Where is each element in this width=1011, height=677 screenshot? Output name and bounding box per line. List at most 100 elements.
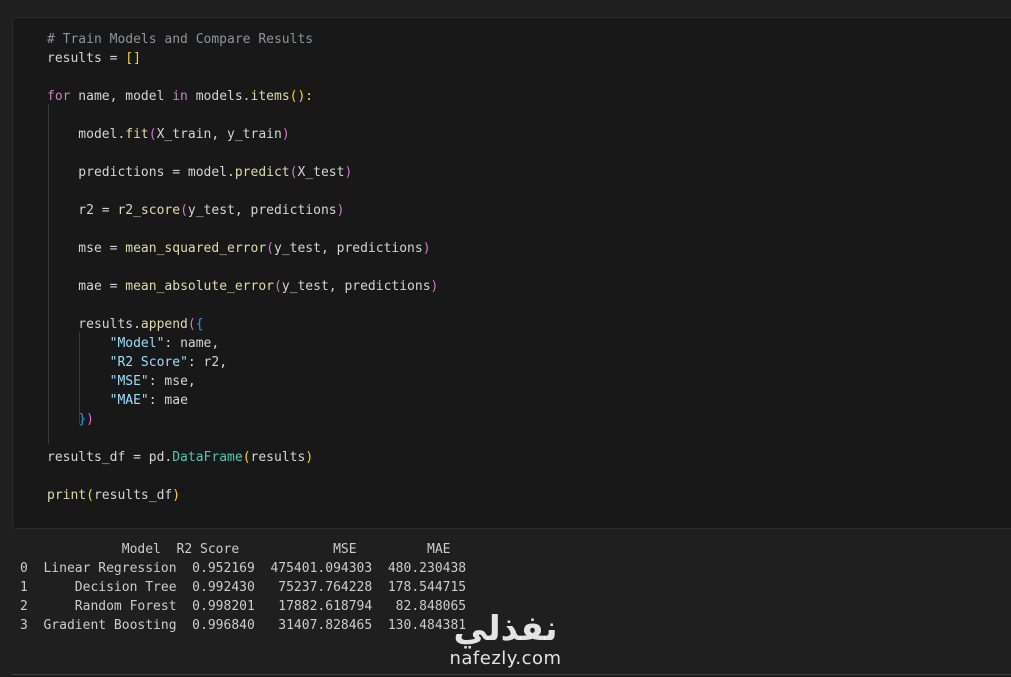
- code-token: y_test, predictions: [274, 241, 423, 256]
- code-token: results: [47, 51, 102, 66]
- code-token: ): [172, 488, 181, 503]
- code-line[interactable]: for name, model in models.items():: [47, 87, 438, 106]
- code-line[interactable]: }): [47, 410, 438, 429]
- code-token: (: [266, 241, 274, 256]
- code-token: # Train Models and Compare Results: [47, 32, 314, 47]
- code-token: X_train, y_train: [156, 127, 282, 142]
- code-token: for: [47, 89, 71, 104]
- code-token: results.: [47, 317, 141, 332]
- output-row: 3 Gradient Boosting 0.996840 31407.82846…: [20, 618, 467, 633]
- code-token: predictions = model.: [47, 165, 235, 180]
- code-line[interactable]: results_df = pd.DataFrame(results): [47, 448, 438, 467]
- code-line[interactable]: model.fit(X_train, y_train): [47, 125, 438, 144]
- code-token: model.: [47, 127, 126, 142]
- code-token: r2_score: [117, 203, 181, 218]
- output-row: 0 Linear Regression 0.952169 475401.0943…: [20, 561, 467, 576]
- code-token: : mse,: [148, 374, 196, 389]
- code-token: print: [47, 488, 87, 503]
- code-token: DataFrame: [172, 450, 243, 465]
- code-token: "R2 Score": [109, 355, 188, 370]
- code-line[interactable]: [47, 106, 438, 125]
- code-line[interactable]: results = []: [47, 49, 438, 68]
- code-token: mean_absolute_error: [125, 279, 274, 294]
- code-token: ): [422, 241, 431, 256]
- code-line[interactable]: [47, 68, 438, 87]
- output-row: 2 Random Forest 0.998201 17882.618794 82…: [20, 599, 467, 614]
- code-token: (: [86, 488, 94, 503]
- code-token: models.: [187, 89, 251, 104]
- code-cell[interactable]: # Train Models and Compare Results result…: [12, 17, 1011, 529]
- code-line[interactable]: predictions = model.predict(X_test): [47, 163, 438, 182]
- next-cell-divider: [12, 674, 1011, 675]
- code-line[interactable]: results.append({: [47, 315, 438, 334]
- code-token: results_df: [93, 488, 173, 503]
- code-line[interactable]: [47, 258, 438, 277]
- code-token: (: [274, 279, 282, 294]
- code-token: ): [86, 412, 94, 427]
- code-line[interactable]: mse = mean_squared_error(y_test, predict…: [47, 239, 438, 258]
- code-token: mean_squared_error: [125, 241, 267, 256]
- code-token: name, model: [70, 89, 173, 104]
- cell-output: Model R2 Score MSE MAE 0 Linear Regressi…: [20, 540, 466, 635]
- code-token: }: [78, 412, 87, 427]
- code-line[interactable]: [47, 220, 438, 239]
- code-token: =: [101, 51, 126, 66]
- code-token: fit: [125, 127, 149, 142]
- code-line[interactable]: r2 = r2_score(y_test, predictions): [47, 201, 438, 220]
- code-token: y_test, predictions: [281, 279, 431, 294]
- code-token: "MSE": [109, 374, 149, 389]
- code-line[interactable]: "MSE": mse,: [47, 372, 438, 391]
- code-token: (: [180, 203, 188, 218]
- code-token: results_df = pd.: [47, 450, 173, 465]
- code-token: : mae: [148, 393, 188, 408]
- code-token: X_test: [297, 165, 345, 180]
- code-token: append: [140, 317, 188, 332]
- code-token: {: [195, 317, 204, 332]
- output-header: Model R2 Score MSE MAE: [20, 542, 451, 557]
- code-token: : name,: [164, 336, 220, 351]
- code-line[interactable]: [47, 296, 438, 315]
- code-line[interactable]: "Model": name,: [47, 334, 438, 353]
- code-token: (: [148, 127, 157, 142]
- code-line[interactable]: "MAE": mae: [47, 391, 438, 410]
- code-token: (: [242, 450, 251, 465]
- code-line[interactable]: # Train Models and Compare Results: [47, 30, 438, 49]
- code-token: "Model": [109, 336, 165, 351]
- watermark-arabic-text: نفذلي: [453, 609, 558, 649]
- code-editor[interactable]: # Train Models and Compare Results result…: [47, 30, 438, 505]
- code-token: predict: [234, 165, 290, 180]
- code-token: ():: [289, 89, 314, 104]
- code-token: results: [250, 450, 306, 465]
- output-row: 1 Decision Tree 0.992430 75237.764228 17…: [20, 580, 467, 595]
- code-token: mse =: [47, 241, 126, 256]
- code-token: ): [336, 203, 345, 218]
- code-token: ): [430, 279, 439, 294]
- output-rows: 0 Linear Regression 0.952169 475401.0943…: [20, 559, 466, 635]
- code-line[interactable]: [47, 429, 438, 448]
- code-token: items: [250, 89, 290, 104]
- code-token: []: [125, 51, 141, 66]
- code-line[interactable]: [47, 144, 438, 163]
- code-token: "MAE": [109, 393, 149, 408]
- code-token: mae =: [47, 279, 126, 294]
- code-token: ): [344, 165, 353, 180]
- code-token: (: [187, 317, 196, 332]
- code-token: y_test, predictions: [187, 203, 337, 218]
- code-token: in: [172, 89, 188, 104]
- code-token: : r2,: [187, 355, 228, 370]
- code-line[interactable]: [47, 467, 438, 486]
- code-line[interactable]: [47, 182, 438, 201]
- code-token: r2 =: [47, 203, 118, 218]
- watermark-url-text: nafezly.com: [449, 648, 562, 669]
- code-line[interactable]: "R2 Score": r2,: [47, 353, 438, 372]
- code-line[interactable]: print(results_df): [47, 486, 438, 505]
- code-token: ): [281, 127, 290, 142]
- code-token: ): [305, 450, 314, 465]
- code-line[interactable]: mae = mean_absolute_error(y_test, predic…: [47, 277, 438, 296]
- watermark-logo: نفذلي nafezly.com: [438, 610, 573, 674]
